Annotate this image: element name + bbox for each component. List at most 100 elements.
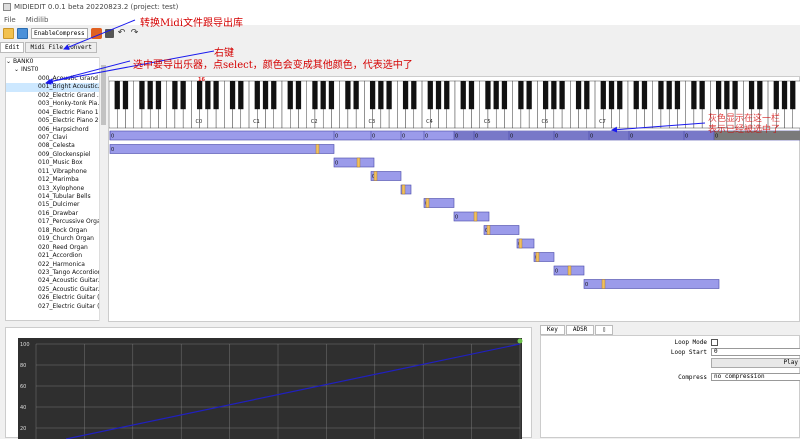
undo-icon[interactable]: ↶ [117, 28, 127, 39]
black-key[interactable] [518, 81, 524, 110]
tree-item[interactable]: 002_Electric Grand ... [6, 92, 105, 100]
enable-compress-button[interactable]: EnableCompress [31, 27, 88, 39]
black-key[interactable] [699, 81, 705, 110]
root-key-handle[interactable] [601, 279, 606, 289]
black-key[interactable] [378, 81, 384, 110]
black-key[interactable] [600, 81, 606, 110]
black-key[interactable] [122, 81, 129, 110]
envelope-point[interactable] [517, 338, 523, 344]
root-key-handle[interactable] [315, 144, 320, 154]
black-key[interactable] [444, 81, 450, 110]
black-key[interactable] [542, 81, 549, 110]
tree-scrollbar[interactable] [99, 57, 107, 321]
black-key[interactable] [674, 81, 681, 110]
root-key-handle[interactable] [535, 252, 540, 262]
envelope-canvas[interactable]: 100 80 60 40 20 [6, 328, 533, 439]
tree-inst[interactable]: ⌄ INST0 [6, 66, 105, 74]
black-key[interactable] [773, 81, 779, 110]
black-key[interactable] [139, 81, 145, 110]
root-key-handle[interactable] [373, 171, 378, 181]
redo-icon[interactable]: ↷ [130, 28, 140, 39]
black-key[interactable] [641, 81, 648, 110]
black-key[interactable] [369, 81, 376, 110]
tab-adsr[interactable]: ADSR [565, 325, 595, 335]
black-key[interactable] [501, 81, 508, 110]
black-key[interactable] [229, 81, 236, 110]
save-folder-icon[interactable] [17, 27, 28, 39]
black-key[interactable] [147, 81, 153, 110]
tree-item[interactable]: 005_Electric Piano 2 [6, 117, 105, 125]
black-key[interactable] [781, 81, 788, 110]
black-key[interactable] [320, 81, 326, 110]
menu-midilib[interactable]: Midilib [22, 16, 55, 24]
collapse-icon[interactable]: ⌄ [14, 66, 21, 73]
piano-roll[interactable]: C0C1C2C3C4C5C6C7000000000000000000000000… [108, 76, 800, 322]
key-range-region[interactable] [109, 144, 335, 154]
black-key[interactable] [271, 81, 277, 110]
black-key[interactable] [155, 81, 162, 110]
tree-item[interactable]: 001_Bright Acoustic... [6, 83, 105, 92]
play-button[interactable]: Play [711, 358, 800, 368]
black-key[interactable] [666, 81, 672, 110]
tree-item[interactable]: 007_Clavi [6, 134, 105, 142]
tree-item[interactable]: 011_Vibraphone [6, 168, 105, 176]
root-key-handle[interactable] [518, 238, 523, 249]
tree-item[interactable]: 020_Reed Organ [6, 244, 105, 252]
black-key[interactable] [435, 81, 442, 110]
black-key[interactable] [724, 81, 730, 110]
black-key[interactable] [172, 81, 178, 110]
selected-segment[interactable] [454, 131, 714, 140]
black-key[interactable] [551, 81, 557, 110]
collapse-icon[interactable]: ⌄ [6, 58, 13, 65]
tree-item[interactable]: 019_Church Organ [6, 235, 105, 243]
minus-icon[interactable] [104, 28, 114, 38]
root-key-handle[interactable] [401, 184, 406, 195]
root-key-handle[interactable] [567, 265, 572, 276]
loop-start-input[interactable]: 0 [711, 348, 800, 356]
black-key[interactable] [658, 81, 664, 110]
black-key[interactable] [180, 81, 186, 110]
tree-item[interactable]: 009_Glockenspiel [6, 151, 105, 159]
scroll-thumb[interactable] [101, 65, 106, 125]
black-key[interactable] [559, 81, 565, 110]
tree-item[interactable]: 026_Electric Guitar (... [6, 294, 105, 302]
black-key[interactable] [196, 81, 203, 110]
black-key[interactable] [790, 81, 796, 110]
tree-item[interactable]: 013_Xylophone [6, 185, 105, 193]
menu-file[interactable]: File [0, 16, 22, 24]
root-key-handle[interactable] [356, 157, 361, 168]
black-key[interactable] [238, 81, 244, 110]
tree-item[interactable]: 021_Accordion [6, 252, 105, 260]
black-key[interactable] [691, 81, 697, 110]
piano-roll-canvas[interactable]: C0C1C2C3C4C5C6C7000000000000000000000000… [109, 77, 800, 323]
compress-select[interactable]: no compression [711, 373, 800, 381]
black-key[interactable] [493, 81, 499, 110]
root-key-handle[interactable] [425, 198, 430, 208]
black-key[interactable] [526, 81, 532, 110]
black-key[interactable] [485, 81, 491, 110]
tree-item[interactable]: 003_Honky-tonk Pia... [6, 100, 105, 108]
loop-mode-checkbox[interactable] [711, 339, 718, 346]
black-key[interactable] [633, 81, 639, 110]
black-key[interactable] [295, 81, 302, 110]
tree-item[interactable]: 015_Dulcimer [6, 201, 105, 209]
tree-item[interactable]: 008_Celesta [6, 142, 105, 150]
black-key[interactable] [575, 81, 582, 110]
tree-item[interactable]: 016_Drawbar [6, 210, 105, 218]
black-key[interactable] [608, 81, 615, 110]
black-key[interactable] [617, 81, 623, 110]
tree-item[interactable]: 025_Acoustic Guitar... [6, 286, 105, 294]
key-range-region[interactable] [453, 211, 490, 222]
tree-item[interactable]: 012_Marimba [6, 176, 105, 184]
black-key[interactable] [287, 81, 293, 110]
tab-key[interactable]: Key [540, 325, 565, 335]
black-key[interactable] [386, 81, 392, 110]
black-key[interactable] [411, 81, 417, 110]
black-key[interactable] [345, 81, 351, 110]
black-key[interactable] [312, 81, 318, 110]
black-key[interactable] [468, 81, 475, 110]
tree-bank[interactable]: ⌄ BANK0 [6, 58, 105, 66]
black-key[interactable] [213, 81, 219, 110]
tree-item[interactable]: 000_Acoustic Grand ... [6, 75, 105, 83]
tree-item[interactable]: 027_Electric Guitar (... [6, 303, 105, 311]
